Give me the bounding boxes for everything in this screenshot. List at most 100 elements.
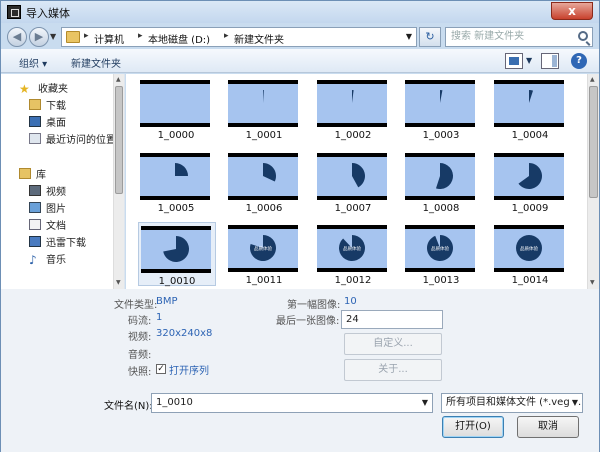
filter-dropdown-icon[interactable]: ▼ (569, 394, 578, 412)
breadcrumb-folder[interactable]: 新建文件夹 (234, 31, 284, 46)
forward-arrow-icon: ▶ (34, 30, 44, 43)
file-thumbnail[interactable]: 品质体验 1_0014 (492, 222, 570, 286)
file-type-value: BMP (156, 296, 178, 307)
thumbnail-frame (317, 84, 387, 123)
refresh-button[interactable]: ↻ (419, 27, 441, 47)
file-thumbnail[interactable]: 1_0003 (403, 77, 481, 141)
file-thumbnail[interactable]: 1_0009 (492, 150, 570, 214)
last-image-label: 最后一张图像: (276, 316, 340, 327)
sidebar-scrollbar[interactable]: ▲ ▼ (113, 74, 124, 289)
nav-recent[interactable]: 最近访问的位置 (29, 133, 116, 149)
recent-places-icon (29, 133, 41, 144)
thumbnail-image (405, 80, 475, 127)
file-name: 1_0009 (511, 203, 549, 214)
filename-input[interactable]: 1_0010 ▼ (151, 393, 433, 413)
help-icon[interactable]: ? (571, 53, 587, 69)
file-list-scroll-thumb[interactable] (589, 86, 598, 198)
thumbnail-image: 品质体验 (317, 225, 387, 272)
file-thumbnail[interactable]: 1_0002 (315, 77, 393, 141)
file-thumbnail[interactable]: 品质体验 1_0012 (315, 222, 393, 286)
file-thumbnail[interactable]: 1_0005 (138, 150, 216, 214)
file-thumbnail[interactable]: 1_0010 (138, 222, 216, 287)
title-bar: 导入媒体 x (1, 1, 599, 23)
open-sequence-label[interactable]: 打开序列 (169, 362, 209, 377)
cancel-button[interactable]: 取消 (517, 416, 579, 438)
thumbnail-image: 品质体验 (494, 225, 564, 272)
organize-menu[interactable]: 组织 ▾ (19, 55, 47, 70)
nav-videos[interactable]: 视频 (29, 185, 66, 201)
address-bar[interactable]: ▸ 计算机 ▸ 本地磁盘 (D:) ▸ 新建文件夹 ▼ (61, 27, 417, 47)
thumbnail-image (228, 153, 298, 200)
sidebar-scroll-thumb[interactable] (115, 86, 123, 194)
file-thumbnail[interactable]: 1_0007 (315, 150, 393, 214)
file-name: 1_0005 (157, 203, 195, 214)
filename-dropdown-icon[interactable]: ▼ (422, 394, 428, 412)
file-thumbnail[interactable]: 1_0001 (226, 77, 304, 141)
new-folder-button[interactable]: 新建文件夹 (71, 55, 121, 70)
breadcrumb-separator-icon[interactable]: ▸ (138, 31, 143, 41)
back-arrow-icon: ◀ (12, 30, 22, 43)
dialog-footer: 文件名(N): 1_0010 ▼ 所有项目和媒体文件 (*.veg;*.m ▼ … (1, 384, 599, 452)
search-input[interactable]: 搜索 新建文件夹 (445, 27, 593, 47)
nav-xunlei[interactable]: 迅雷下载 (29, 236, 86, 252)
view-dropdown-icon[interactable]: ▼ (526, 56, 532, 65)
preview-pane-icon[interactable] (541, 53, 559, 69)
thumbnail-image (317, 80, 387, 127)
nav-downloads[interactable]: 下载 (29, 99, 66, 115)
open-button[interactable]: 打开(O) (442, 416, 504, 438)
first-image-label: 第一幅图像: (287, 300, 341, 311)
navigation-pane: ★ 收藏夹 下载 桌面 最近访问的位置 库 视频 图片 文档 迅雷下载 ♪ 音乐 ▲… (1, 74, 125, 289)
breadcrumb-separator-icon[interactable]: ▸ (224, 31, 229, 41)
file-thumbnail[interactable]: 品质体验 1_0013 (403, 222, 481, 286)
nav-documents[interactable]: 文档 (29, 219, 66, 235)
scroll-up-icon[interactable]: ▲ (116, 76, 121, 83)
file-list-scrollbar[interactable]: ▲ ▼ (587, 74, 599, 289)
breadcrumb-separator-icon[interactable]: ▸ (84, 31, 89, 41)
thumbnail-frame (494, 84, 564, 123)
scroll-down-icon[interactable]: ▼ (590, 279, 595, 286)
thumbnail-caption: 品质体验 (343, 245, 361, 252)
file-name: 1_0001 (245, 130, 283, 141)
breadcrumb-drive[interactable]: 本地磁盘 (D:) (148, 31, 210, 46)
breadcrumb-computer[interactable]: 计算机 (94, 31, 124, 46)
change-view-icon[interactable] (505, 53, 523, 69)
close-button[interactable]: x (551, 2, 593, 20)
scroll-down-icon[interactable]: ▼ (116, 279, 121, 286)
file-thumbnail[interactable]: 1_0006 (226, 150, 304, 214)
pictures-icon (29, 202, 41, 213)
file-name: 1_0011 (245, 275, 283, 286)
nav-desktop[interactable]: 桌面 (29, 116, 66, 132)
video-value: 320x240x8 (156, 328, 213, 339)
file-thumbnail[interactable]: 1_0000 (138, 77, 216, 141)
about-button[interactable]: 关于... (344, 359, 442, 381)
search-icon (578, 31, 588, 41)
file-thumbnail[interactable]: 品质体验 1_0011 (226, 222, 304, 286)
thumbnail-image: 品质体验 (405, 225, 475, 272)
first-image-value: 10 (344, 296, 357, 307)
history-dropdown-icon[interactable]: ▼ (50, 32, 56, 41)
file-thumbnail[interactable]: 1_0008 (403, 150, 481, 214)
filter-value: 所有项目和媒体文件 (*.veg;*.m (446, 397, 583, 408)
scroll-up-icon[interactable]: ▲ (590, 76, 595, 83)
address-row: ◀ ▶ ▼ ▸ 计算机 ▸ 本地磁盘 (D:) ▸ 新建文件夹 ▼ ↻ 搜索 新… (1, 23, 599, 49)
thumbnail-frame (317, 157, 387, 196)
file-name: 1_0006 (245, 203, 283, 214)
nav-music[interactable]: ♪ 音乐 (29, 253, 66, 269)
back-button[interactable]: ◀ (7, 27, 27, 47)
audio-label: 音频: (128, 350, 152, 361)
thumbnail-image: 品质体验 (228, 225, 298, 272)
custom-button[interactable]: 自定义... (344, 333, 442, 355)
file-type-filter[interactable]: 所有项目和媒体文件 (*.veg;*.m ▼ (441, 393, 583, 413)
filename-value: 1_0010 (156, 397, 193, 408)
forward-button[interactable]: ▶ (29, 27, 49, 47)
address-dropdown-icon[interactable]: ▼ (406, 32, 412, 41)
nav-favorites[interactable]: ★ 收藏夹 (19, 82, 68, 98)
file-thumbnail[interactable]: 1_0004 (492, 77, 570, 141)
nav-libraries[interactable]: 库 (19, 168, 46, 184)
thumbnail-frame (405, 84, 475, 123)
star-icon: ★ (19, 82, 30, 96)
file-name: 1_0010 (158, 276, 196, 287)
nav-pictures[interactable]: 图片 (29, 202, 66, 218)
last-image-field[interactable]: 24 (341, 310, 443, 329)
open-sequence-checkbox[interactable]: ✓ (156, 364, 166, 374)
